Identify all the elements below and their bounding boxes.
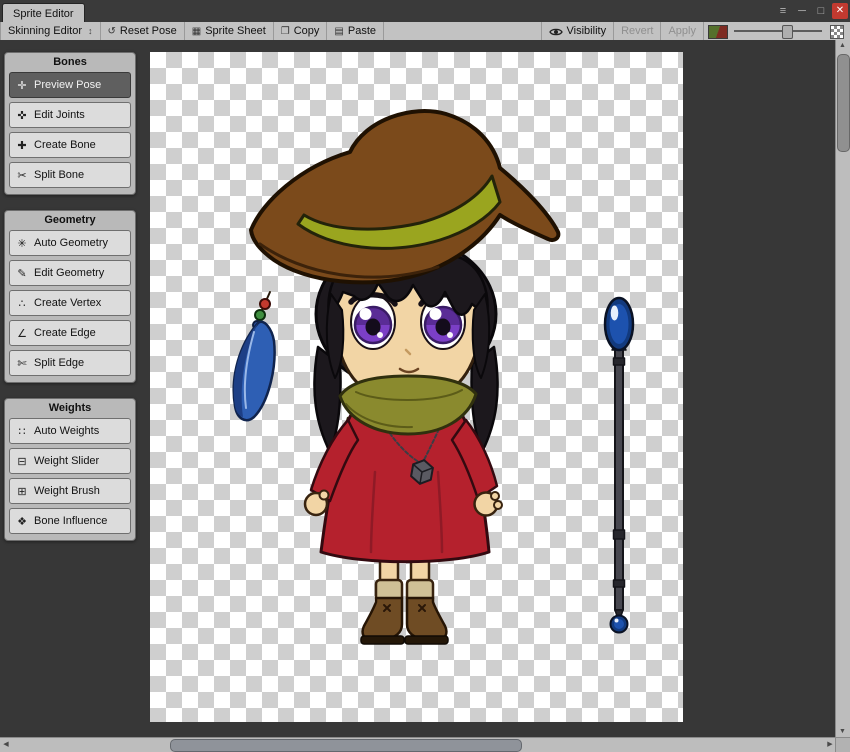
auto-geometry-icon: ✳ xyxy=(17,237,27,250)
create-vertex-button[interactable]: ∴ Create Vertex xyxy=(9,290,131,316)
split-edge-icon: ✄ xyxy=(17,357,27,370)
scroll-up-icon[interactable]: ▲ xyxy=(836,40,849,52)
split-bone-button[interactable]: ✂ Split Bone xyxy=(9,162,131,188)
weights-panel-title: Weights xyxy=(48,402,92,414)
preview-pose-icon: ✛ xyxy=(17,79,27,92)
window-tab-sprite-editor[interactable]: Sprite Editor xyxy=(2,3,85,23)
sprite-editor-window: Sprite Editor ≡ ─ □ ✕ Skinning Editor ↕ … xyxy=(0,0,850,752)
edit-geometry-label: Edit Geometry xyxy=(34,267,105,279)
feather-ornament xyxy=(232,291,276,422)
sprite-canvas[interactable] xyxy=(150,52,683,722)
minimize-icon[interactable]: ─ xyxy=(794,3,810,19)
auto-weights-button[interactable]: ∷ Auto Weights xyxy=(9,418,131,444)
split-edge-button[interactable]: ✄ Split Edge xyxy=(9,350,131,376)
reset-pose-button[interactable]: ↺ Reset Pose xyxy=(101,22,185,40)
bone-influence-label: Bone Influence xyxy=(34,515,108,527)
bone-influence-button[interactable]: ❖ Bone Influence xyxy=(9,508,131,534)
close-icon[interactable]: ✕ xyxy=(832,3,848,19)
weight-slider-button[interactable]: ⊟ Weight Slider xyxy=(9,448,131,474)
weight-brush-icon: ⊞ xyxy=(17,485,27,498)
maximize-icon[interactable]: □ xyxy=(813,3,829,19)
zoom-slider[interactable] xyxy=(734,22,822,40)
texture-preview-swatch[interactable] xyxy=(708,25,728,39)
create-vertex-icon: ∴ xyxy=(18,297,26,310)
window-tab-label: Sprite Editor xyxy=(13,7,74,20)
copy-button[interactable]: ❐ Copy xyxy=(274,22,328,40)
edit-joints-button[interactable]: ✜ Edit Joints xyxy=(9,102,131,128)
bones-panel-title: Bones xyxy=(53,56,87,68)
split-edge-label: Split Edge xyxy=(34,357,85,369)
edit-geometry-icon: ✎ xyxy=(17,267,27,280)
edit-joints-label: Edit Joints xyxy=(34,109,85,121)
paste-button[interactable]: ▤ Paste xyxy=(327,22,385,40)
hat xyxy=(249,109,561,285)
auto-weights-label: Auto Weights xyxy=(34,425,100,437)
editor-mode-label: Skinning Editor xyxy=(8,25,82,37)
visibility-button[interactable]: Visibility xyxy=(540,22,615,40)
boots xyxy=(360,596,449,645)
split-bone-icon: ✂ xyxy=(17,169,27,182)
create-edge-button[interactable]: ∠ Create Edge xyxy=(9,320,131,346)
apply-button[interactable]: Apply xyxy=(661,22,704,40)
sprite-sheet-icon: ▦ xyxy=(191,25,202,37)
split-bone-label: Split Bone xyxy=(34,169,85,181)
bone-influence-icon: ❖ xyxy=(17,515,27,528)
weights-panel: Weights ∷ Auto Weights ⊟ Weight Slider ⊞… xyxy=(4,398,136,541)
revert-button[interactable]: Revert xyxy=(614,22,662,40)
toolbar: Skinning Editor ↕ ↺ Reset Pose ▦ Sprite … xyxy=(0,22,850,41)
auto-geometry-button[interactable]: ✳ Auto Geometry xyxy=(9,230,131,256)
canvas-area[interactable]: Bones ✛ Preview Pose ✜ Edit Joints ✚ Cre… xyxy=(0,40,836,738)
weight-slider-icon: ⊟ xyxy=(17,455,27,468)
auto-weights-icon: ∷ xyxy=(18,425,26,438)
weight-brush-button[interactable]: ⊞ Weight Brush xyxy=(9,478,131,504)
reset-pose-icon: ↺ xyxy=(107,25,116,37)
visibility-eye-icon xyxy=(548,28,563,35)
titlebar[interactable]: Sprite Editor ≡ ─ □ ✕ xyxy=(0,0,850,23)
geometry-panel-title: Geometry xyxy=(44,214,96,226)
editor-mode-dropdown[interactable]: Skinning Editor ↕ xyxy=(0,22,101,40)
vertical-scrollbar[interactable]: ▲ ▼ xyxy=(835,40,850,738)
tool-sidebar: Bones ✛ Preview Pose ✜ Edit Joints ✚ Cre… xyxy=(4,52,136,556)
dropdown-caret-icon: ↕ xyxy=(88,26,93,36)
sprite-character xyxy=(232,109,635,645)
rgb-alpha-toggle-icon[interactable] xyxy=(830,25,844,39)
edit-geometry-button[interactable]: ✎ Edit Geometry xyxy=(9,260,131,286)
horizontal-scrollbar[interactable]: ◀ ▶ xyxy=(0,737,836,752)
weight-brush-label: Weight Brush xyxy=(34,485,100,497)
scroll-left-icon[interactable]: ◀ xyxy=(0,738,12,751)
auto-geometry-label: Auto Geometry xyxy=(34,237,108,249)
create-bone-button[interactable]: ✚ Create Bone xyxy=(9,132,131,158)
create-bone-label: Create Bone xyxy=(34,139,96,151)
window-menu-icon[interactable]: ≡ xyxy=(775,3,791,19)
preview-pose-label: Preview Pose xyxy=(34,79,102,91)
paste-icon: ▤ xyxy=(334,25,344,37)
staff xyxy=(603,296,635,634)
horizontal-scrollbar-thumb[interactable] xyxy=(170,739,522,752)
create-edge-label: Create Edge xyxy=(34,327,96,339)
window-controls: ≡ ─ □ ✕ xyxy=(775,2,848,20)
zoom-slider-thumb[interactable] xyxy=(782,25,793,39)
resize-corner[interactable] xyxy=(835,737,850,752)
preview-pose-button[interactable]: ✛ Preview Pose xyxy=(9,72,131,98)
copy-icon: ❐ xyxy=(280,25,290,37)
sprite-sheet-button[interactable]: ▦ Sprite Sheet xyxy=(185,22,274,40)
edit-joints-icon: ✜ xyxy=(17,109,27,122)
weight-slider-label: Weight Slider xyxy=(34,455,100,467)
zoom-slider-track[interactable] xyxy=(734,30,822,32)
bones-panel: Bones ✛ Preview Pose ✜ Edit Joints ✚ Cre… xyxy=(4,52,136,195)
create-bone-icon: ✚ xyxy=(17,139,27,152)
geometry-panel: Geometry ✳ Auto Geometry ✎ Edit Geometry… xyxy=(4,210,136,383)
create-vertex-label: Create Vertex xyxy=(34,297,102,309)
create-edge-icon: ∠ xyxy=(17,327,27,340)
vertical-scrollbar-thumb[interactable] xyxy=(837,54,850,152)
